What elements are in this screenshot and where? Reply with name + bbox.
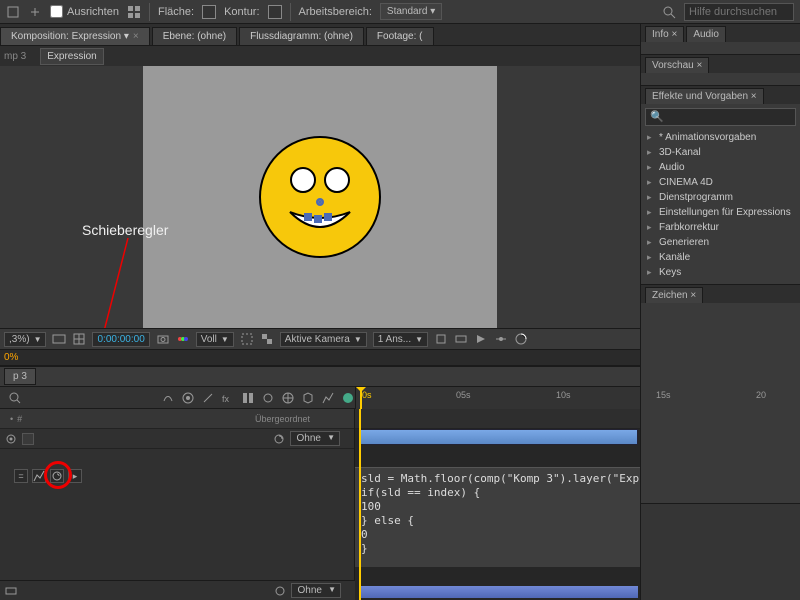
frame-blend-icon[interactable] <box>241 391 255 405</box>
breadcrumb-item[interactable]: mp 3 <box>4 51 26 62</box>
timeline-tracks[interactable]: sld = Math.floor(comp("Komp 3").layer("E… <box>355 409 640 600</box>
parent-dropdown[interactable]: Ohne <box>290 431 340 446</box>
layer-duration-bar[interactable] <box>359 586 638 598</box>
snapshot-icon[interactable] <box>156 332 170 346</box>
views-dropdown[interactable]: 1 Ans...▼ <box>373 332 428 347</box>
cti-line[interactable] <box>359 409 361 600</box>
pickwhip-parent-icon[interactable] <box>272 432 286 446</box>
resolution-icon[interactable] <box>52 332 66 346</box>
info-tab[interactable]: Info × <box>645 26 684 42</box>
tree-item[interactable]: 3D-Kanal <box>645 145 796 160</box>
app-toolbar: Ausrichten Fläche: Kontur: Arbeitsbereic… <box>0 0 800 24</box>
fill-label: Fläche: <box>158 6 194 18</box>
audio-tab[interactable]: Audio <box>686 26 726 42</box>
view-option-icon[interactable] <box>434 332 448 346</box>
stroke-label: Kontur: <box>224 6 259 18</box>
comp-tab-fluss[interactable]: Flussdiagramm: (ohne) <box>239 27 364 45</box>
fast-preview-icon[interactable] <box>474 332 488 346</box>
expression-enable-icon[interactable]: = <box>14 469 28 483</box>
pickwhip-footer-icon[interactable] <box>273 584 287 598</box>
tree-item[interactable]: Audio <box>645 160 796 175</box>
timecode-display[interactable]: 0:00:00:00 <box>92 332 149 347</box>
ruler-tick: 15s <box>656 390 671 400</box>
effects-tab[interactable]: Effekte und Vorgaben × <box>645 88 764 104</box>
tree-item[interactable]: Farbkorrektur <box>645 220 796 235</box>
annotation-label: Schieberegler <box>82 222 168 238</box>
tree-item[interactable]: Keys <box>645 265 796 280</box>
stroke-swatch[interactable] <box>268 5 282 19</box>
quality-icon[interactable] <box>201 391 215 405</box>
zoom-dropdown[interactable]: ,3%)▼ <box>4 332 46 347</box>
tree-item[interactable]: Generieren <box>645 235 796 250</box>
search-icon <box>662 5 676 19</box>
fill-swatch[interactable] <box>202 5 216 19</box>
annotation-highlight-circle <box>44 461 72 489</box>
timeline-icon[interactable] <box>494 332 508 346</box>
preview-tab[interactable]: Vorschau × <box>645 57 709 73</box>
tree-item[interactable]: * Animationsvorgaben <box>645 130 796 145</box>
svg-text:fx: fx <box>222 394 230 404</box>
ruler-tick: 10s <box>556 390 571 400</box>
3d-icon[interactable] <box>301 391 315 405</box>
layer-duration-bar[interactable] <box>359 429 638 445</box>
motion-blur-icon[interactable] <box>261 391 275 405</box>
viewer-toolbar: ,3%)▼ 0:00:00:00 Voll▼ Aktive Kamera▼ 1 … <box>0 328 640 350</box>
collapse-icon[interactable] <box>181 391 195 405</box>
expression-editor[interactable]: sld = Math.floor(comp("Komp 3").layer("E… <box>355 467 640 567</box>
graph-icon[interactable] <box>321 391 335 405</box>
workspace-label: Arbeitsbereich: <box>299 6 372 18</box>
roi-icon[interactable] <box>240 332 254 346</box>
comp-breadcrumb: mp 3 Expression <box>0 46 640 66</box>
grid-toggle-icon[interactable] <box>72 332 86 346</box>
grid-icon[interactable] <box>127 5 141 19</box>
time-ruler[interactable]: 0s 05s 10s 15s 20 <box>355 387 640 409</box>
ruler-tick: 20 <box>756 390 766 400</box>
help-search-input[interactable] <box>684 3 794 21</box>
parent-dropdown-footer[interactable]: Ohne <box>291 583 341 598</box>
smiley-graphic <box>255 132 385 262</box>
timeline-tab[interactable]: p 3 <box>4 368 36 385</box>
tree-item[interactable]: Dienstprogramm <box>645 190 796 205</box>
transparency-icon[interactable] <box>260 332 274 346</box>
camera-dropdown[interactable]: Aktive Kamera▼ <box>280 332 367 347</box>
shy-icon[interactable] <box>161 391 175 405</box>
timeline-switches: fx <box>0 391 355 405</box>
layer-row[interactable]: Ohne <box>0 429 354 449</box>
character-tab[interactable]: Zeichen × <box>645 287 703 303</box>
ruler-tick: 05s <box>456 390 471 400</box>
fx-icon[interactable]: fx <box>221 391 235 405</box>
composition-viewer[interactable]: Schieberegler <box>0 66 640 328</box>
workspace-dropdown[interactable]: Standard ▾ <box>380 3 442 20</box>
tree-item[interactable]: CINEMA 4D <box>645 175 796 190</box>
channel-icon[interactable] <box>176 332 190 346</box>
resolution-dropdown[interactable]: Voll▼ <box>196 332 234 347</box>
align-toggle[interactable]: Ausrichten <box>50 5 119 18</box>
motionblur-icon[interactable] <box>514 332 528 346</box>
tool-icon[interactable] <box>6 5 20 19</box>
zoom-indicator: 0% <box>0 350 640 365</box>
timeline-panel: p 3 fx <box>0 365 640 600</box>
effects-search-input[interactable] <box>645 108 796 126</box>
pixel-aspect-icon[interactable] <box>454 332 468 346</box>
search-layers-icon[interactable] <box>8 391 22 405</box>
comp-tab-ebene[interactable]: Ebene: (ohne) <box>152 27 237 45</box>
visibility-icon[interactable] <box>4 432 18 446</box>
timeline-footer: Ohne <box>0 580 355 600</box>
render-icon[interactable] <box>341 391 355 405</box>
tree-item[interactable]: Kanäle <box>645 250 796 265</box>
breadcrumb-item-active[interactable]: Expression <box>40 48 103 65</box>
snap-icon[interactable] <box>28 5 42 19</box>
comp-tab-footage[interactable]: Footage: ( <box>366 27 434 45</box>
right-panels: Info × Audio Vorschau × Effekte und Vorg… <box>640 24 800 600</box>
adjustment-icon[interactable] <box>281 391 295 405</box>
comp-panel-tabs: Komposition: Expression ▾× Ebene: (ohne)… <box>0 24 640 46</box>
color-swatch[interactable] <box>22 433 34 445</box>
tree-item[interactable]: Einstellungen für Expressions <box>645 205 796 220</box>
comp-tab-komposition[interactable]: Komposition: Expression ▾× <box>0 27 150 45</box>
toggle-switches-icon[interactable] <box>4 584 18 598</box>
ruler-tick: 0s <box>362 390 372 400</box>
column-headers: •# Übergeordnet <box>0 409 354 429</box>
